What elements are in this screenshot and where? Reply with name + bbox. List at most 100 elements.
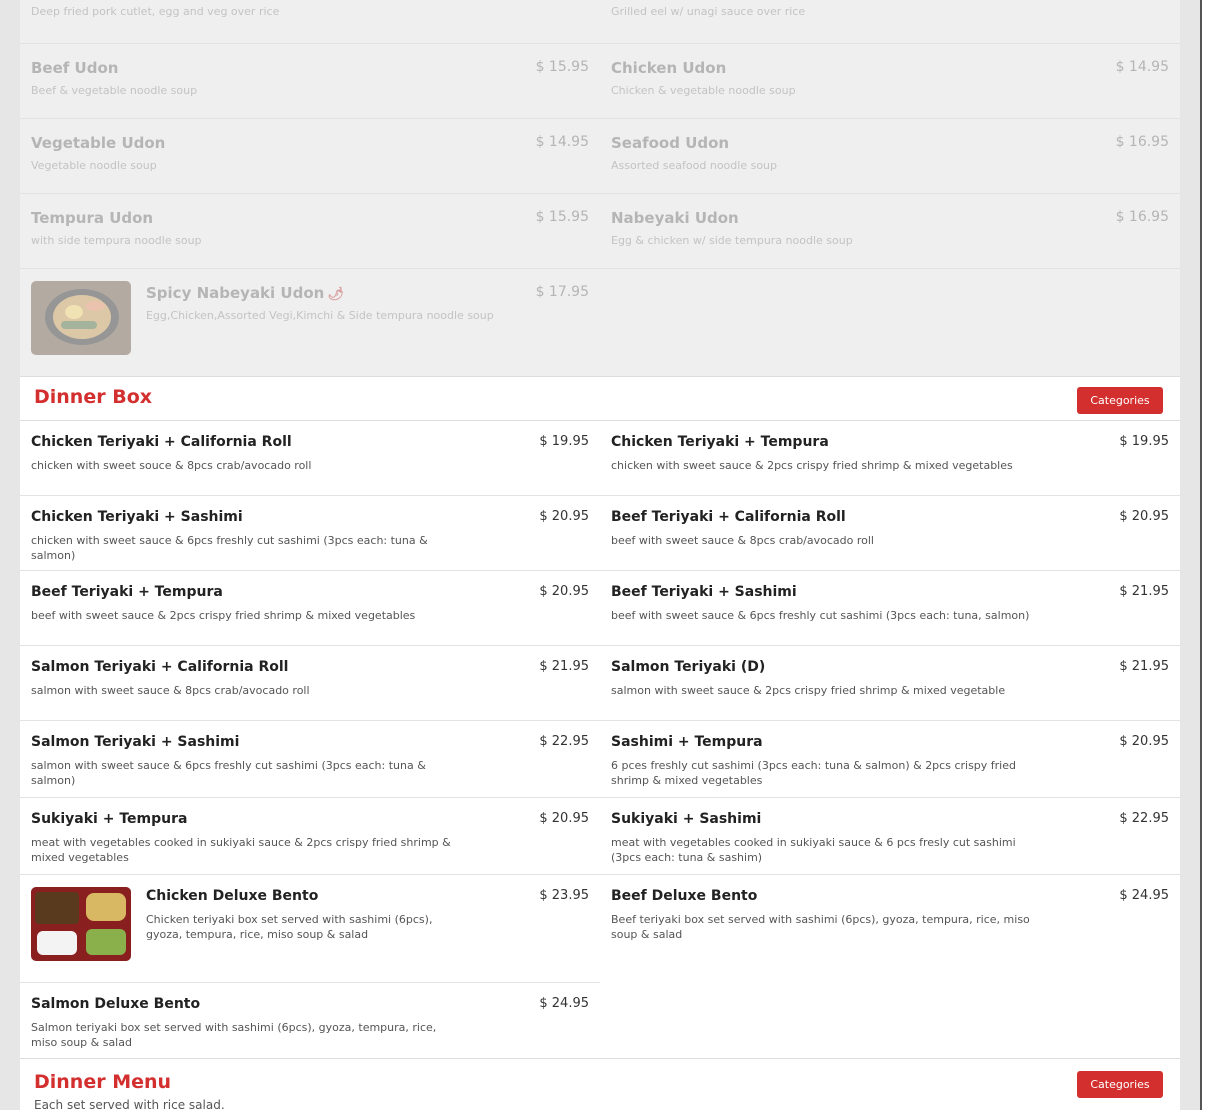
item-price: $ 17.95 [535,284,589,300]
item-price: $ 19.95 [1119,434,1169,449]
item-description: Deep fried pork cutlet, egg and veg over… [31,5,280,18]
section-title: Dinner Menu [34,1071,172,1093]
item-description: beef with sweet sauce & 6pcs freshly cut… [611,609,1030,622]
item-description: salmon with sweet sauce & 6pcs freshly c… [31,759,426,787]
item-description: chicken with sweet sauce & 2pcs crispy f… [611,459,1013,472]
item-price: $ 22.95 [539,734,589,749]
item-name: Salmon Teriyaki (D) [611,659,766,675]
menu-item: Chicken Udon Chicken & vegetable noodle … [600,44,1180,119]
categories-button[interactable]: Categories [1077,1071,1163,1098]
item-description: Beef & vegetable noodle soup [31,84,198,97]
item-name: Chicken Udon [611,59,727,77]
scrollbar-gutter [1202,0,1210,1110]
item-price: $ 22.95 [1119,811,1169,826]
menu-item[interactable]: Chicken Teriyaki + California Roll chick… [20,421,600,496]
item-name: Chicken Teriyaki + Sashimi [31,509,243,525]
menu-item: Beef Udon Beef & vegetable noodle soup $… [20,44,600,119]
item-name: Chicken Teriyaki + California Roll [31,434,292,450]
item-description: meat with vegetables cooked in sukiyaki … [611,836,1016,864]
categories-button[interactable]: Categories [1077,387,1163,414]
item-name: Sukiyaki + Tempura [31,811,188,827]
dinner-box-column-left: Chicken Teriyaki + California Roll chick… [20,421,600,1058]
menu-page: Deep fried pork cutlet, egg and veg over… [20,0,1180,1110]
menu-item[interactable]: Beef Teriyaki + Sashimi beef with sweet … [600,571,1180,646]
item-price: $ 21.95 [539,659,589,674]
menu-item[interactable]: Salmon Teriyaki (D) salmon with sweet sa… [600,646,1180,721]
menu-item[interactable]: Salmon Deluxe Bento Salmon teriyaki box … [20,983,600,1058]
item-description: Egg,Chicken,Assorted Vegi,Kimchi & Side … [146,309,494,322]
menu-item[interactable]: Sukiyaki + Sashimi meat with vegetables … [600,798,1180,875]
item-description: Egg & chicken w/ side tempura noodle sou… [611,234,853,247]
item-price: $ 19.95 [539,434,589,449]
chili-pepper-icon: 🌶 [327,287,344,302]
item-name: Salmon Teriyaki + Sashimi [31,734,240,750]
faded-column-right: Grilled eel w/ unagi sauce over rice Chi… [600,0,1180,269]
menu-item[interactable]: Beef Teriyaki + California Roll beef wit… [600,496,1180,571]
item-description: beef with sweet sauce & 8pcs crab/avocad… [611,534,874,547]
item-price: $ 20.95 [539,811,589,826]
item-description: salmon with sweet sauce & 8pcs crab/avoc… [31,684,310,697]
item-description: beef with sweet sauce & 2pcs crispy frie… [31,609,416,622]
item-name-row: Spicy Nabeyaki Udon 🌶 [146,284,344,302]
item-description: Grilled eel w/ unagi sauce over rice [611,5,806,18]
dinner-box-header: Dinner Box Categories [20,376,1180,421]
item-description: Chicken teriyaki box set served with sas… [146,913,433,941]
item-price: $ 20.95 [539,509,589,524]
dinner-box-column-right: Chicken Teriyaki + Tempura chicken with … [600,421,1180,950]
menu-item[interactable]: Beef Deluxe Bento Beef teriyaki box set … [600,875,1180,950]
item-description: Vegetable noodle soup [31,159,157,172]
item-price: $ 15.95 [535,59,589,75]
item-description: Beef teriyaki box set served with sashim… [611,913,1030,941]
menu-item[interactable]: Chicken Deluxe Bento Chicken teriyaki bo… [20,875,600,983]
item-price: $ 24.95 [1119,888,1169,903]
item-description: Salmon teriyaki box set served with sash… [31,1021,437,1049]
page-margin-left [0,0,20,1110]
item-photo [31,281,131,355]
dinner-box-items: Chicken Teriyaki + California Roll chick… [20,421,1180,1058]
item-name: Beef Teriyaki + Tempura [31,584,223,600]
item-price: $ 14.95 [1115,59,1169,75]
item-price: $ 16.95 [1115,134,1169,150]
item-name: Beef Deluxe Bento [611,888,758,904]
menu-item: Spicy Nabeyaki Udon 🌶 Egg,Chicken,Assorte… [20,269,600,376]
menu-item: Vegetable Udon Vegetable noodle soup $ 1… [20,119,600,194]
item-price: $ 15.95 [535,209,589,225]
item-description: meat with vegetables cooked in sukiyaki … [31,836,451,864]
item-name: Sukiyaki + Sashimi [611,811,762,827]
menu-item: Grilled eel w/ unagi sauce over rice [600,0,1180,44]
menu-item[interactable]: Chicken Teriyaki + Sashimi chicken with … [20,496,600,571]
menu-item[interactable]: Salmon Teriyaki + Sashimi salmon with sw… [20,721,600,798]
item-price: $ 24.95 [539,996,589,1011]
item-name: Sashimi + Tempura [611,734,763,750]
item-description: with side tempura noodle soup [31,234,202,247]
menu-item[interactable]: Sashimi + Tempura 6 pces freshly cut sas… [600,721,1180,798]
item-name: Beef Teriyaki + California Roll [611,509,846,525]
menu-item: Seafood Udon Assorted seafood noodle sou… [600,119,1180,194]
item-description: Chicken & vegetable noodle soup [611,84,796,97]
item-price: $ 20.95 [1119,509,1169,524]
menu-item[interactable]: Beef Teriyaki + Tempura beef with sweet … [20,571,600,646]
menu-item[interactable]: Sukiyaki + Tempura meat with vegetables … [20,798,600,875]
item-price: $ 21.95 [1119,659,1169,674]
page-margin-right [1180,0,1200,1110]
section-subtitle: Each set served with rice salad. [34,1098,225,1110]
item-price: $ 20.95 [539,584,589,599]
menu-item[interactable]: Salmon Teriyaki + California Roll salmon… [20,646,600,721]
item-name: Beef Teriyaki + Sashimi [611,584,797,600]
item-name: Chicken Teriyaki + Tempura [611,434,829,450]
menu-item[interactable]: Chicken Teriyaki + Tempura chicken with … [600,421,1180,496]
item-price: $ 20.95 [1119,734,1169,749]
section-title: Dinner Box [34,386,152,408]
dinner-menu-header: Dinner Menu Categories Each set served w… [20,1058,1180,1110]
item-name: Beef Udon [31,59,119,77]
item-photo [31,887,131,961]
item-price: $ 16.95 [1115,209,1169,225]
item-name: Spicy Nabeyaki Udon [146,284,325,302]
faded-column-left: Deep fried pork cutlet, egg and veg over… [20,0,600,376]
item-description: chicken with sweet souce & 8pcs crab/avo… [31,459,312,472]
item-price: $ 21.95 [1119,584,1169,599]
item-name: Tempura Udon [31,209,154,227]
item-name: Salmon Deluxe Bento [31,996,201,1012]
item-name: Nabeyaki Udon [611,209,739,227]
item-description: Assorted seafood noodle soup [611,159,777,172]
